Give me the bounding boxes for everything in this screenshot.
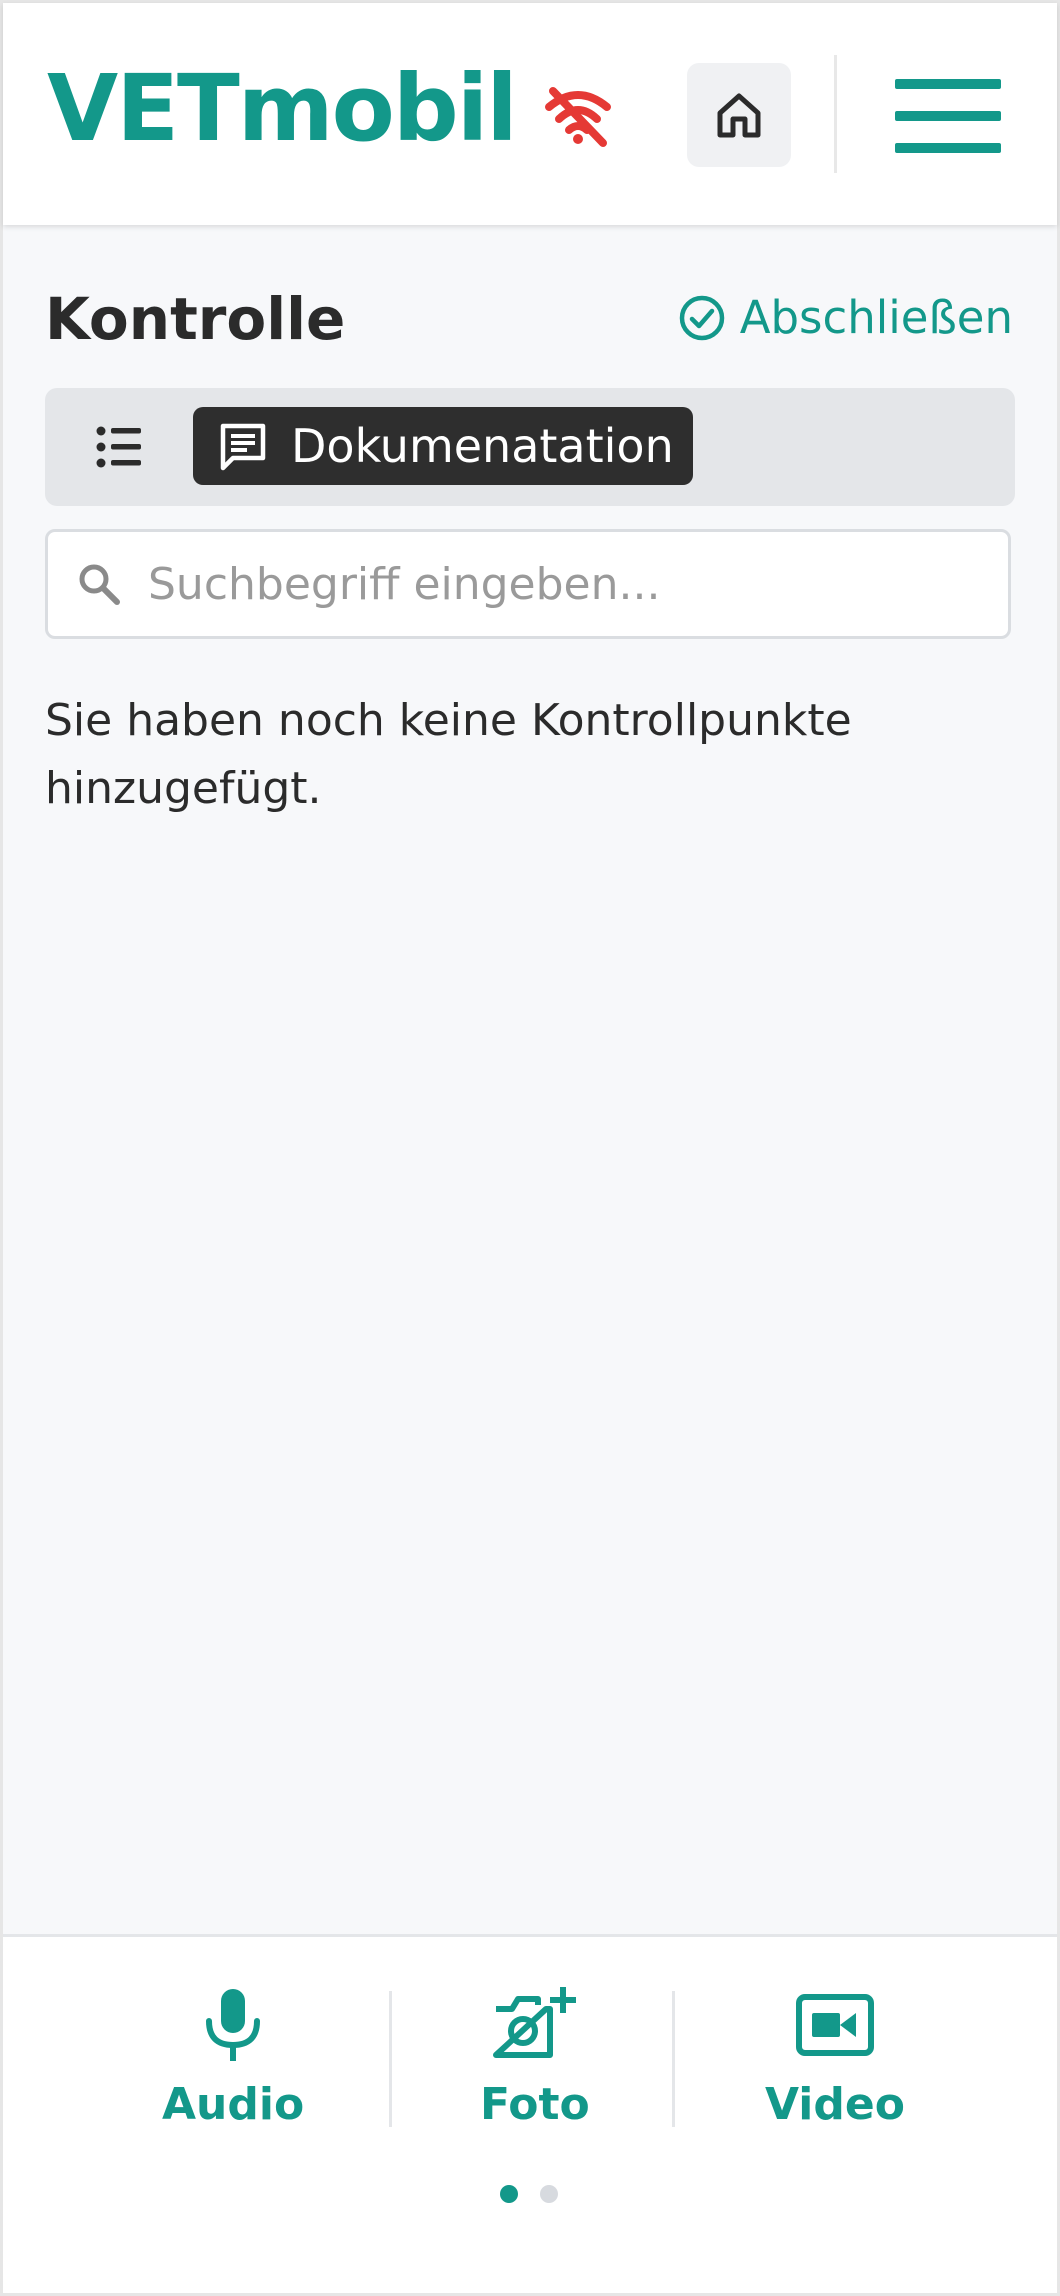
home-button[interactable]	[687, 63, 791, 167]
finish-label: Abschließen	[739, 291, 1013, 344]
camera-plus-icon	[492, 1987, 576, 2058]
hamburger-menu-icon[interactable]	[895, 79, 1001, 153]
search-box	[45, 529, 1011, 639]
foto-label: Foto	[480, 2079, 590, 2130]
header-divider	[834, 55, 837, 173]
app-logo: VETmobil	[47, 55, 518, 162]
foto-button[interactable]: Foto	[480, 1987, 590, 2130]
finish-button[interactable]: Abschließen	[678, 291, 1013, 344]
audio-label: Audio	[162, 2079, 305, 2130]
toolbar-divider	[672, 1991, 675, 2127]
list-icon[interactable]	[95, 424, 143, 470]
comment-icon	[220, 423, 266, 471]
microphone-icon	[206, 1989, 261, 2061]
main-content: Kontrolle Abschließen Dokumenatation Suc…	[3, 225, 1057, 1934]
app-header: VETmobil	[3, 3, 1057, 225]
media-toolbar: Audio Foto Video	[3, 1934, 1057, 2296]
video-label: Video	[765, 2079, 905, 2130]
wifi-off-icon	[545, 87, 611, 147]
page-title: Kontrolle	[45, 285, 346, 353]
audio-button[interactable]: Audio	[162, 1987, 304, 2130]
video-camera-icon	[795, 1994, 874, 2056]
empty-state-message: Sie haben noch keine Kontrollpunkte hinz…	[45, 695, 852, 814]
tab-dokumentation-label: Dokumenatation	[291, 419, 674, 473]
search-input[interactable]	[146, 557, 990, 611]
view-switcher: Dokumenatation	[45, 388, 1015, 506]
video-button[interactable]: Video	[765, 1987, 905, 2130]
page-indicator	[500, 2185, 558, 2203]
check-circle-icon	[679, 295, 724, 340]
toolbar-divider	[389, 1991, 392, 2127]
page-dot-active[interactable]	[500, 2185, 518, 2203]
home-icon	[717, 93, 761, 138]
page-dot[interactable]	[540, 2185, 558, 2203]
search-icon	[79, 564, 120, 605]
tab-dokumentation[interactable]: Dokumenatation	[193, 407, 693, 485]
